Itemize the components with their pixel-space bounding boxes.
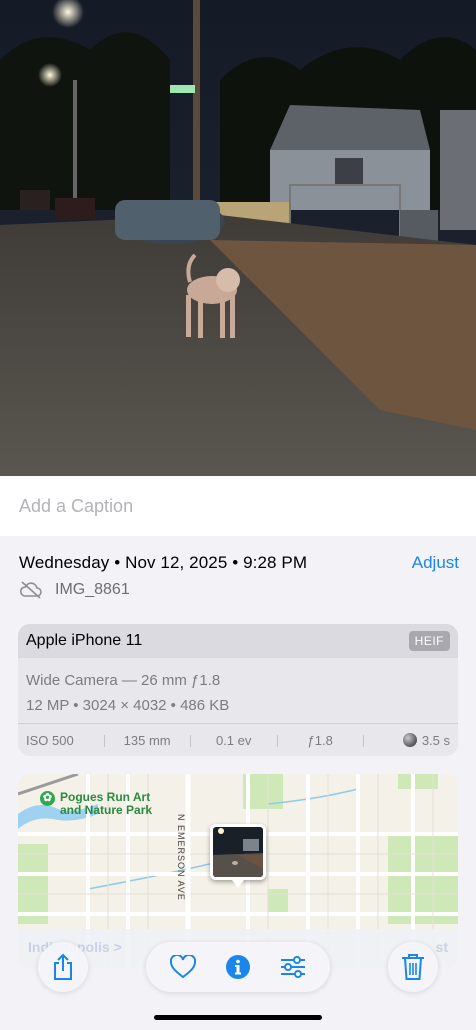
format-badge: HEIF bbox=[408, 631, 450, 651]
exposure-stats: ISO 500 135 mm 0.1 ev ƒ1.8 3.5 s bbox=[18, 723, 458, 756]
park-pin-icon[interactable]: ✿ bbox=[40, 791, 55, 806]
focal-length-value: 135 mm bbox=[103, 733, 191, 748]
shutter-value: 3.5 s bbox=[421, 732, 450, 748]
share-button[interactable] bbox=[38, 942, 88, 992]
share-icon bbox=[54, 953, 72, 980]
street-label: N EMERSON AVE bbox=[176, 814, 186, 901]
bottom-toolbar bbox=[0, 935, 476, 995]
photo-location-pin[interactable] bbox=[210, 824, 266, 888]
camera-model: Apple iPhone 11 bbox=[26, 632, 143, 649]
iso-value: ISO 500 bbox=[26, 732, 74, 748]
park-label: Pogues Run Art and Nature Park bbox=[60, 790, 153, 817]
caption-area bbox=[0, 476, 476, 536]
caption-input[interactable] bbox=[19, 496, 457, 517]
adjust-button[interactable]: Adjust bbox=[412, 553, 459, 573]
edit-button[interactable] bbox=[273, 947, 313, 987]
camera-header: Apple iPhone 11 HEIF bbox=[18, 624, 458, 658]
image-specs: 12 MP • 3024 × 4032 • 486 KB bbox=[26, 697, 230, 714]
filename: IMG_8861 bbox=[55, 581, 130, 598]
lens-info: Wide Camera — 26 mm ƒ1.8 bbox=[26, 672, 221, 689]
sliders-icon bbox=[280, 956, 305, 978]
camera-info-card: Apple iPhone 11 HEIF Wide Camera — 26 mm… bbox=[18, 624, 458, 756]
cloud-slash-icon bbox=[19, 581, 42, 599]
photo-datetime: Wednesday • Nov 12, 2025 • 9:28 PM bbox=[19, 553, 308, 572]
delete-button[interactable] bbox=[388, 942, 438, 992]
info-button[interactable] bbox=[218, 947, 258, 987]
file-line: IMG_8861 bbox=[19, 581, 459, 599]
trash-icon bbox=[402, 954, 424, 980]
camera-details: Wide Camera — 26 mm ƒ1.8 12 MP • 3024 × … bbox=[18, 658, 458, 718]
photo-viewer[interactable] bbox=[0, 0, 476, 476]
shutter-icon bbox=[402, 733, 417, 747]
favorite-button[interactable] bbox=[163, 947, 203, 987]
photo-info-header: Wednesday • Nov 12, 2025 • 9:28 PM Adjus… bbox=[19, 553, 459, 599]
photo-thumbnail bbox=[213, 827, 263, 877]
action-group bbox=[146, 942, 330, 992]
home-indicator[interactable] bbox=[154, 1015, 322, 1020]
heart-icon bbox=[170, 955, 197, 979]
shutter-stat: 3.5 s bbox=[363, 733, 458, 748]
exposure-value: 0.1 ev bbox=[190, 733, 277, 748]
aperture-value: ƒ1.8 bbox=[276, 733, 364, 748]
info-icon bbox=[225, 955, 250, 979]
